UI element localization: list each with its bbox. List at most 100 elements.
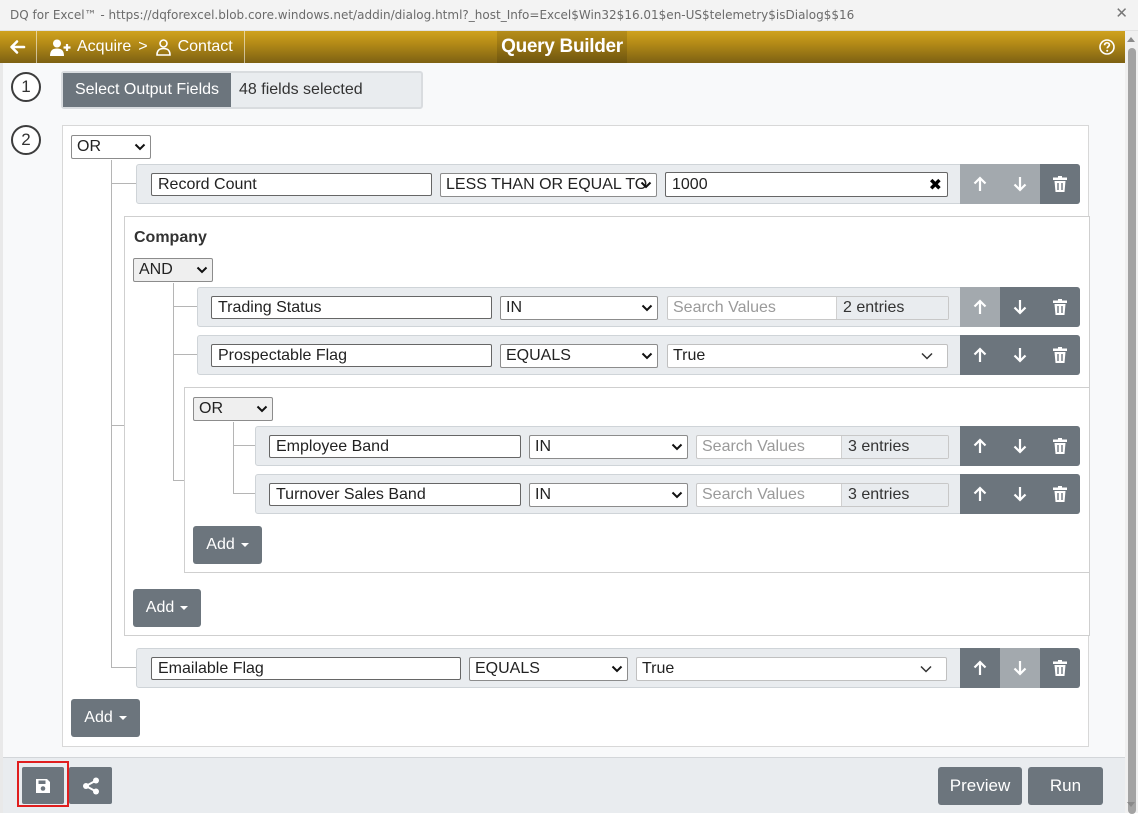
chevron-down-icon	[671, 443, 683, 451]
rule-comparator-select[interactable]: EQUALS	[469, 657, 628, 681]
breadcrumb-contact: Contact	[177, 38, 233, 55]
rule-record-count: Record Count LESS THAN OR EQUAL TO 1000 …	[136, 164, 1080, 204]
company-connector-line	[173, 283, 174, 480]
chevron-down-icon	[641, 304, 653, 312]
root-operator-select[interactable]: OR	[71, 135, 151, 159]
entries-count: 3 entries	[841, 484, 948, 506]
rule-value-select[interactable]: True	[667, 344, 948, 368]
rule-field-input[interactable]: Employee Band	[269, 435, 521, 458]
move-down-button[interactable]	[1000, 164, 1040, 204]
arrow-down-icon	[1013, 348, 1027, 363]
add-root-rule-button[interactable]: Add	[71, 699, 140, 737]
add-nested-rule-button[interactable]: Add	[193, 526, 262, 564]
move-down-button[interactable]	[1000, 474, 1040, 514]
rule-value-text: 1000	[672, 175, 708, 193]
company-group-label: Company	[134, 229, 207, 246]
rule-employee-band: Employee Band IN Search Values 3 entries	[255, 426, 1080, 466]
entries-count: 3 entries	[841, 436, 948, 458]
root-connector-line	[111, 160, 112, 667]
back-button[interactable]	[0, 31, 37, 63]
delete-rule-button[interactable]	[1040, 335, 1080, 375]
move-down-button[interactable]	[1000, 287, 1040, 327]
trash-icon	[1053, 176, 1067, 192]
rule-field-input[interactable]: Turnover Sales Band	[269, 483, 521, 506]
move-up-button[interactable]	[960, 648, 1000, 688]
delete-rule-button[interactable]	[1040, 426, 1080, 466]
root-operator-value: OR	[77, 138, 101, 155]
scrollbar-thumb[interactable]	[1128, 48, 1136, 814]
move-down-button[interactable]	[1000, 426, 1040, 466]
connector-branch	[233, 445, 255, 446]
arrow-down-icon	[1013, 177, 1027, 192]
search-values-placeholder: Search Values	[702, 486, 805, 503]
arrow-down-icon	[1013, 487, 1027, 502]
scroll-up-icon[interactable]	[1127, 37, 1135, 42]
rule-field-input[interactable]: Record Count	[151, 173, 432, 196]
preview-button[interactable]: Preview	[938, 767, 1022, 805]
rule-field-input[interactable]: Trading Status	[211, 296, 492, 319]
rule-comparator-select[interactable]: LESS THAN OR EQUAL TO	[440, 173, 657, 197]
delete-rule-button[interactable]	[1040, 648, 1080, 688]
share-button[interactable]	[69, 767, 112, 804]
entries-count: 2 entries	[836, 297, 948, 319]
add-label: Add	[145, 599, 175, 616]
move-down-button[interactable]	[1000, 648, 1040, 688]
company-operator-value: AND	[139, 261, 173, 278]
chevron-down-icon	[196, 266, 208, 274]
rule-comparator-value: IN	[506, 299, 522, 316]
rule-comparator-select[interactable]: IN	[529, 483, 688, 507]
rule-comparator-value: EQUALS	[475, 660, 540, 677]
search-values-placeholder: Search Values	[673, 299, 776, 316]
arrow-down-icon	[1013, 300, 1027, 315]
trash-icon	[1053, 347, 1067, 363]
header-bar: Acquire > Contact Query Builder	[0, 31, 1125, 63]
trash-icon	[1053, 438, 1067, 454]
add-company-rule-button[interactable]: Add	[133, 589, 201, 627]
user-icon	[155, 38, 171, 56]
rule-prospectable-flag: Prospectable Flag EQUALS True	[197, 335, 1080, 375]
rule-comparator-value: EQUALS	[506, 347, 571, 364]
rule-comparator-select[interactable]: IN	[500, 296, 658, 320]
rule-comparator-select[interactable]: EQUALS	[500, 344, 658, 368]
company-operator-select[interactable]: AND	[133, 258, 213, 282]
close-icon[interactable]: ✕	[1115, 6, 1128, 21]
delete-rule-button[interactable]	[1040, 164, 1080, 204]
nested-connector-line	[233, 422, 234, 493]
connector-branch	[233, 493, 255, 494]
move-down-button[interactable]	[1000, 335, 1040, 375]
rule-field-input[interactable]: Prospectable Flag	[211, 344, 492, 367]
select-output-fields-button[interactable]: Select Output Fields	[63, 73, 231, 107]
delete-rule-button[interactable]	[1040, 287, 1080, 327]
help-button[interactable]	[1099, 39, 1115, 60]
rule-search-values[interactable]: Search Values 3 entries	[696, 435, 949, 459]
connector-branch	[173, 306, 197, 307]
chevron-down-icon	[134, 143, 146, 151]
step-1-indicator: 1	[11, 72, 41, 102]
nested-operator-select[interactable]: OR	[193, 397, 273, 421]
move-up-button[interactable]	[960, 287, 1000, 327]
delete-rule-button[interactable]	[1040, 474, 1080, 514]
rule-search-values[interactable]: Search Values 2 entries	[667, 296, 949, 320]
save-button[interactable]	[22, 767, 64, 804]
breadcrumb-acquire[interactable]: Acquire	[77, 38, 131, 56]
clear-icon[interactable]: ✖	[929, 175, 942, 195]
rule-actions	[960, 164, 1080, 204]
move-up-button[interactable]	[960, 335, 1000, 375]
trash-icon	[1053, 299, 1067, 315]
move-up-button[interactable]	[960, 426, 1000, 466]
move-up-button[interactable]	[960, 474, 1000, 514]
rule-trading-status: Trading Status IN Search Values 2 entrie…	[197, 287, 1080, 327]
caret-down-icon	[240, 543, 249, 547]
run-button[interactable]: Run	[1028, 767, 1103, 805]
rule-field-input[interactable]: Emailable Flag	[151, 657, 461, 680]
rule-search-values[interactable]: Search Values 3 entries	[696, 483, 949, 507]
move-up-button[interactable]	[960, 164, 1000, 204]
save-icon	[36, 778, 50, 793]
rule-turnover-sales-band: Turnover Sales Band IN Search Values 3 e…	[255, 474, 1080, 514]
chevron-down-icon	[920, 665, 932, 673]
rule-value-select[interactable]: True	[636, 657, 947, 681]
rule-comparator-select[interactable]: IN	[529, 435, 688, 459]
rule-value-input[interactable]: 1000 ✖	[665, 172, 948, 197]
vertical-scrollbar[interactable]	[1125, 31, 1138, 814]
scroll-down-icon[interactable]	[1127, 802, 1135, 807]
